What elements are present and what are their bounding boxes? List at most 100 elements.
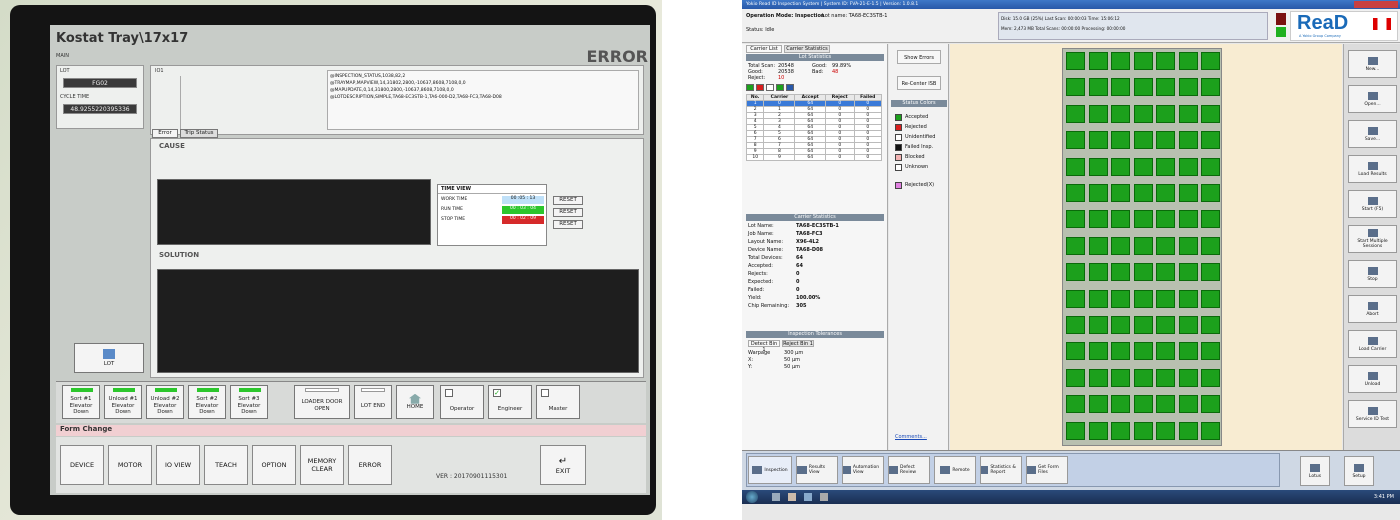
exit-button[interactable]: ↵ EXIT — [540, 445, 586, 485]
tray-pocket[interactable] — [1066, 342, 1085, 361]
tray-pocket[interactable] — [1111, 289, 1130, 308]
tray-pocket[interactable] — [1178, 78, 1198, 97]
tray-pocket[interactable] — [1111, 263, 1130, 282]
tray-pocket[interactable] — [1156, 104, 1175, 123]
tray-pocket[interactable] — [1088, 316, 1108, 334]
taskbar-app-icon[interactable] — [804, 493, 812, 501]
tab-error[interactable]: Error — [152, 129, 178, 138]
tray-pocket[interactable] — [1066, 104, 1085, 123]
setup-button[interactable]: Setup — [1344, 456, 1374, 486]
tray-pocket[interactable] — [1066, 184, 1085, 202]
bottom-tab[interactable]: Automation View — [842, 456, 884, 484]
tray-pocket[interactable] — [1133, 78, 1153, 97]
tray-pocket[interactable] — [1088, 184, 1108, 202]
engineer-button[interactable]: ✓ Engineer — [488, 385, 532, 419]
tray-pocket[interactable] — [1178, 184, 1198, 202]
lot-end-button[interactable]: LOT END — [354, 385, 392, 419]
tray-pocket[interactable] — [1201, 263, 1220, 282]
filter-accepted-icon[interactable] — [746, 84, 754, 91]
tray-pocket[interactable] — [1201, 421, 1220, 440]
tab-carrier-list[interactable]: Carrier List — [746, 45, 782, 53]
tray-pocket[interactable] — [1111, 316, 1130, 334]
engineer-checkbox[interactable]: ✓ — [493, 389, 501, 397]
tray-pocket[interactable] — [1178, 368, 1198, 387]
tray-pocket[interactable] — [1133, 263, 1153, 282]
side-button[interactable]: Service ID Test — [1348, 400, 1397, 428]
tray-pocket[interactable] — [1133, 368, 1153, 387]
tray-pocket[interactable] — [1066, 210, 1085, 229]
reset-work-button[interactable]: RESET — [553, 196, 583, 205]
tray-pocket[interactable] — [1156, 210, 1175, 229]
bottom-tab[interactable]: Results View — [796, 456, 838, 484]
tray-pocket[interactable] — [1201, 52, 1220, 70]
tray-pocket[interactable] — [1201, 395, 1220, 414]
tray-pocket[interactable] — [1111, 52, 1130, 70]
tray-pocket[interactable] — [1178, 131, 1198, 150]
tray-pocket[interactable] — [1178, 395, 1198, 414]
memory-clear-button[interactable]: MEMORY CLEAR — [300, 445, 344, 485]
bottom-tab[interactable]: Remote — [934, 456, 976, 484]
teach-button[interactable]: TEACH — [204, 445, 248, 485]
tray-pocket[interactable] — [1111, 131, 1130, 150]
home-button[interactable]: HOME — [396, 385, 434, 419]
bottom-tab[interactable]: Get Form Files — [1026, 456, 1068, 484]
tray-pocket[interactable] — [1156, 78, 1175, 97]
tray-pocket[interactable] — [1133, 210, 1153, 229]
option-button[interactable]: OPTION — [252, 445, 296, 485]
tray-pocket[interactable] — [1066, 395, 1085, 414]
tray-pocket[interactable] — [1178, 263, 1198, 282]
tray-pocket[interactable] — [1201, 184, 1220, 202]
master-checkbox[interactable] — [541, 389, 549, 397]
side-button[interactable]: New... — [1348, 50, 1397, 78]
tray-pocket[interactable] — [1156, 368, 1175, 387]
bottom-tab[interactable]: Inspection — [748, 456, 792, 484]
tray-pocket[interactable] — [1178, 52, 1198, 70]
show-errors-button[interactable]: Show Errors — [897, 50, 941, 64]
side-button[interactable]: Abort — [1348, 295, 1397, 323]
tray-pocket[interactable] — [1111, 395, 1130, 414]
tray-pocket[interactable] — [1133, 342, 1153, 361]
tab-detect-bin[interactable]: Detect Bin 1 — [748, 340, 780, 353]
tray-pocket[interactable] — [1201, 289, 1220, 308]
tray-pocket[interactable] — [1156, 52, 1175, 70]
tray-pocket[interactable] — [1111, 342, 1130, 361]
tray-pocket[interactable] — [1133, 316, 1153, 334]
tray-pocket[interactable] — [1178, 210, 1198, 229]
tray-pocket[interactable] — [1156, 342, 1175, 361]
tray-pocket[interactable] — [1088, 342, 1108, 361]
tray-pocket[interactable] — [1088, 52, 1108, 70]
tray-pocket[interactable] — [1201, 236, 1220, 255]
master-button[interactable]: Master — [536, 385, 580, 419]
tray-pocket[interactable] — [1111, 210, 1130, 229]
filter-unidentified-icon[interactable] — [766, 84, 774, 91]
io-view-button[interactable]: IO VIEW — [156, 445, 200, 485]
tray-pocket[interactable] — [1111, 368, 1130, 387]
tab-trip-status[interactable]: Trip Status — [180, 129, 218, 138]
tray-pocket[interactable] — [1133, 236, 1153, 255]
tray-pocket[interactable] — [1111, 421, 1130, 440]
filter-all-icon[interactable] — [776, 84, 784, 91]
start-icon[interactable] — [746, 491, 758, 503]
tray-pocket[interactable] — [1201, 131, 1220, 150]
tray-pocket[interactable] — [1111, 236, 1130, 255]
tray-pocket[interactable] — [1066, 78, 1085, 97]
tray-pocket[interactable] — [1066, 421, 1085, 440]
tray-pocket[interactable] — [1178, 104, 1198, 123]
tray-pocket[interactable] — [1111, 104, 1130, 123]
tray-pocket[interactable] — [1088, 210, 1108, 229]
side-button[interactable]: Save... — [1348, 120, 1397, 148]
tray-pocket[interactable] — [1156, 316, 1175, 334]
tray-pocket[interactable] — [1156, 263, 1175, 282]
tray-pocket[interactable] — [1133, 131, 1153, 150]
tray-pocket[interactable] — [1066, 236, 1085, 255]
reset-stop-button[interactable]: RESET — [553, 220, 583, 229]
sort3-elevator-button[interactable]: Sort #3 Elevator Down — [230, 385, 268, 419]
side-button[interactable]: Start (F5) — [1348, 190, 1397, 218]
side-button[interactable]: Unload — [1348, 365, 1397, 393]
tray-pocket[interactable] — [1133, 395, 1153, 414]
side-button[interactable]: Stop — [1348, 260, 1397, 288]
tray-pocket[interactable] — [1088, 395, 1108, 414]
tray-pocket[interactable] — [1133, 157, 1153, 176]
tray-pocket[interactable] — [1088, 131, 1108, 150]
tray-pocket[interactable] — [1066, 157, 1085, 176]
